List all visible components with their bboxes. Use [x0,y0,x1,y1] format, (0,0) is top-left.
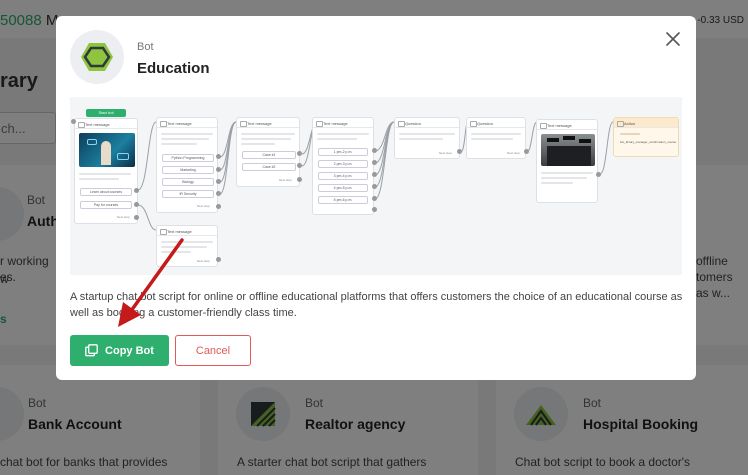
node-text-line [161,138,209,140]
node-text-line [161,241,213,243]
node-text-line [161,246,207,248]
connector-dot [297,177,302,182]
connector-dot [297,163,302,168]
copy-icon [85,344,98,357]
connector-dot [71,119,76,124]
next-step-label: Next step [117,215,130,219]
bot-logo [70,30,124,84]
node-button: Python Programming [162,154,214,162]
next-step-label: Next step [197,259,210,263]
flow-node-time-slots: Text message 1 pm-2 p.m. 2 pm-3 p.m. 3 p… [312,117,374,215]
node-text-line [471,133,521,135]
node-header: Text message [237,118,299,128]
bot-preview-modal: Bot Education Start bot Text message Lea… [56,16,696,380]
connector-dot [134,202,139,207]
node-text-line [399,133,455,135]
bot-type-label: Bot [137,41,154,53]
connector-dot [216,167,221,172]
connector-dot [372,184,377,189]
hexagon-logo-icon [81,43,113,71]
flow-node-thanks: Text message [536,119,598,203]
connector-dot [457,149,462,154]
node-button: Case #1 [242,151,296,159]
node-header: Text message [157,226,217,236]
next-step-label: Next step [439,151,452,155]
copy-bot-label: Copy Bot [105,344,154,357]
connector-dot [372,172,377,177]
node-header: Question [467,118,525,128]
connector-dot [372,196,377,201]
node-header: Text message [537,120,597,130]
node-header: Text message [75,119,137,129]
start-bot-tag: Start bot [86,109,126,117]
flow-node-payment: Text message Next step [156,225,218,267]
node-image [79,133,135,167]
connector-dot [216,257,221,262]
connector-dot [372,160,377,165]
node-text-line [541,172,593,174]
node-button: Case #2 [242,163,296,171]
node-button: Marketing [162,166,214,174]
node-text-line [241,133,295,135]
flow-node-question-name: Question Next step [394,117,460,159]
node-text-line [79,178,119,180]
node-button: 2 pm-3 p.m. [318,160,368,168]
node-text-line [161,251,191,253]
cancel-button[interactable]: Cancel [175,335,251,366]
flow-node-courses: Text message Python Programming Marketin… [156,117,218,213]
flow-node-action: Action bot_library_manager_confirmation_… [613,117,679,157]
node-header: Question [395,118,459,128]
node-text-line [317,138,357,140]
action-text: bot_library_manager_confirmation_course [620,140,677,144]
connector-dot [134,215,139,220]
connector-dot [216,191,221,196]
node-text-line [541,182,573,184]
node-text-line [399,138,443,140]
node-image [541,134,595,166]
close-icon [666,32,680,46]
node-text-line [79,173,131,175]
next-step-label: Next step [279,178,292,182]
connector-dot [216,154,221,159]
node-button: 4 pm-5 p.m. [318,184,368,192]
node-header: Text message [157,118,217,128]
flow-node-cases: Text message Case #1 Case #2 Next step [236,117,300,187]
flow-node-welcome: Text message Learn about courses Pay for… [74,118,138,224]
node-text-line [471,138,513,140]
node-text-line [161,133,213,135]
flow-node-question-contact: Question Next step [466,117,526,159]
connector-dot [524,149,529,154]
node-text-line [241,138,291,140]
node-text-line [541,177,587,179]
connector-dot [216,179,221,184]
node-text-line [317,133,369,135]
node-button: 3 pm-4 p.m. [318,172,368,180]
node-text-line [161,143,197,145]
node-button: IR Security [162,190,214,198]
flow-preview: Start bot Text message Learn about cours… [70,97,682,275]
connector-dot [372,207,377,212]
connector-dot [134,188,139,193]
node-button: Learn about courses [80,188,132,196]
node-button: 5 pm-6 p.m. [318,196,368,204]
close-button[interactable] [664,30,682,48]
node-header: Action [614,118,678,128]
next-step-label: Next step [507,151,520,155]
node-button: 1 pm-2 p.m. [318,148,368,156]
node-text-line [620,133,640,135]
connector-dot [297,151,302,156]
connector-dot [372,148,377,153]
modal-title: Education [137,60,210,77]
node-text-line [241,143,275,145]
connector-dot [216,204,221,209]
next-step-label: Next step [197,204,210,208]
node-button: Pay for courses [80,201,132,209]
node-header: Text message [313,118,373,128]
copy-bot-button[interactable]: Copy Bot [70,335,169,366]
connector-dot [596,172,601,177]
node-button: Biology [162,178,214,186]
bot-description: A startup chat bot script for online or … [70,291,683,319]
